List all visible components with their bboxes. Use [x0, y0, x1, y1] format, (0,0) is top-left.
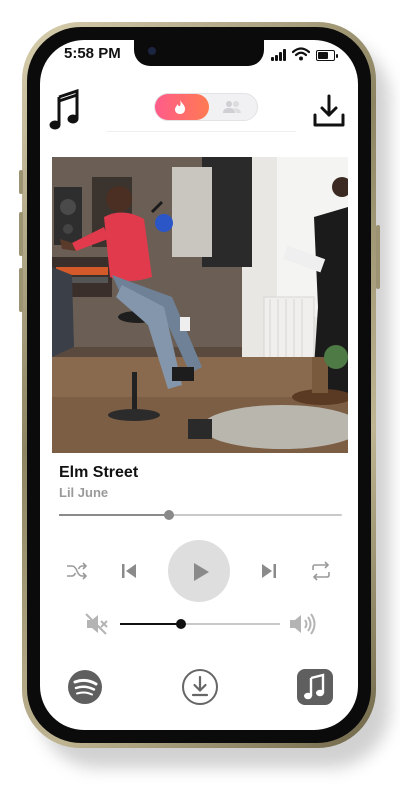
wifi-icon [292, 47, 310, 61]
skip-back-icon[interactable] [119, 561, 139, 581]
spotify-icon[interactable] [67, 669, 103, 705]
side-button-volume-down [19, 268, 23, 312]
volume-fill [120, 623, 181, 625]
download-icon[interactable] [312, 93, 346, 129]
mode-toggle[interactable] [154, 93, 258, 121]
status-time: 5:58 PM [64, 45, 121, 62]
apple-music-icon[interactable] [297, 669, 333, 705]
flame-icon [175, 100, 185, 114]
volume-handle[interactable] [175, 619, 186, 629]
side-button-power [376, 225, 380, 289]
skip-forward-icon[interactable] [259, 561, 279, 581]
battery-icon [316, 50, 338, 61]
play-icon[interactable] [191, 561, 211, 583]
cellular-signal-icon [271, 49, 289, 61]
download-circle-icon[interactable] [181, 668, 219, 706]
progress-handle[interactable] [164, 510, 175, 520]
speaker-muted-icon[interactable] [84, 612, 110, 636]
side-button-mute [19, 170, 23, 194]
album-art [52, 157, 348, 453]
side-button-volume-up [19, 212, 23, 256]
front-camera [148, 47, 156, 55]
progress-bar[interactable] [59, 510, 342, 520]
people-icon[interactable] [221, 100, 243, 114]
track-title: Elm Street [59, 464, 139, 481]
shuffle-icon[interactable] [65, 561, 89, 581]
phone-screen: 5:58 PM Elm Street Lil June [40, 40, 358, 730]
music-note-icon[interactable] [49, 89, 79, 131]
repeat-icon[interactable] [310, 560, 332, 582]
volume-slider[interactable] [120, 619, 280, 629]
progress-fill [59, 514, 170, 516]
header-divider [106, 131, 296, 132]
speaker-loud-icon[interactable] [288, 611, 316, 637]
track-artist[interactable]: Lil June [59, 485, 108, 500]
